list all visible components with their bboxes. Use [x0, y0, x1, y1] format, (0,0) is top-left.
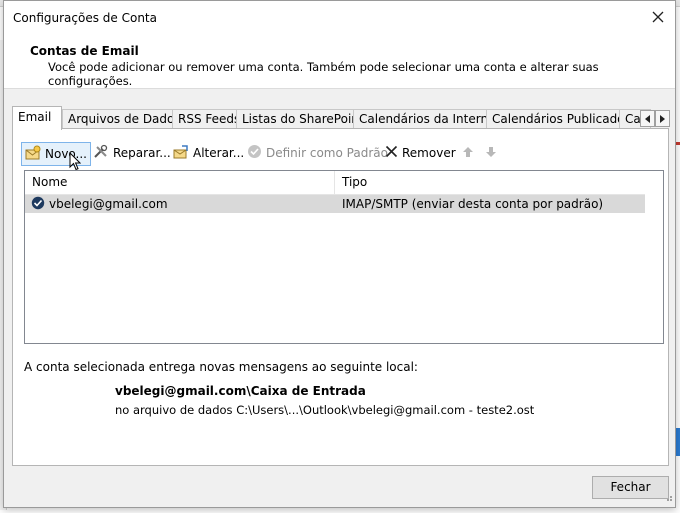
header-title: Contas de Email	[30, 44, 139, 58]
close-icon[interactable]	[649, 8, 667, 26]
tools-icon	[93, 144, 109, 163]
remove-button[interactable]: Remover	[382, 142, 459, 164]
set-default-label: Definir como Padrão	[266, 146, 388, 160]
change-label: Alterar...	[193, 146, 245, 160]
tab-email[interactable]: Email	[12, 106, 62, 130]
arrow-down-icon	[485, 146, 497, 161]
list-scrollbar[interactable]	[645, 171, 663, 343]
change-account-icon	[173, 144, 189, 163]
account-row[interactable]: vbelegi@gmail.com IMAP/SMTP (enviar dest…	[25, 195, 645, 213]
tab-sharepoint-lists[interactable]: Listas do SharePoint	[236, 109, 356, 129]
list-header: Nome Tipo	[25, 171, 645, 195]
tab-data-files[interactable]: Arquivos de Dados	[62, 109, 174, 129]
remove-label: Remover	[402, 146, 456, 160]
set-default-button[interactable]: Definir como Padrão	[244, 142, 391, 164]
new-account-icon	[25, 145, 41, 164]
close-button[interactable]: Fechar	[592, 476, 669, 499]
remove-x-icon	[385, 145, 398, 161]
tab-internet-calendars[interactable]: Calendários da Internet	[353, 109, 489, 129]
resize-grip-icon[interactable]	[663, 491, 673, 505]
repair-label: Reparar...	[113, 146, 171, 160]
tab-rss-feeds[interactable]: RSS Feeds	[172, 109, 239, 129]
default-account-check-icon	[31, 196, 45, 214]
dialog-header: Contas de Email Você pode adicionar ou r…	[4, 35, 675, 89]
account-settings-dialog: Configurações de Conta Contas de Email V…	[3, 0, 676, 508]
header-description: Você pode adicionar ou remover uma conta…	[48, 60, 599, 88]
email-tab-panel: Novo... Reparar... Alterar... Definir co…	[12, 128, 669, 466]
tab-scroll-left-icon[interactable]	[640, 110, 655, 127]
delivery-info-text: A conta selecionada entrega novas mensag…	[24, 360, 418, 374]
move-down-button[interactable]	[482, 142, 500, 164]
account-type: IMAP/SMTP (enviar desta conta por padrão…	[342, 197, 604, 211]
arrow-up-icon	[462, 146, 474, 161]
check-circle-icon	[247, 144, 262, 162]
repair-button[interactable]: Reparar...	[90, 142, 174, 164]
mouse-cursor-icon	[69, 151, 82, 174]
delivery-location: vbelegi@gmail.com\Caixa de Entrada	[115, 384, 366, 398]
tab-scroll-right-icon[interactable]	[655, 110, 670, 127]
dialog-titlebar: Configurações de Conta	[4, 1, 675, 35]
delivery-data-file: no arquivo de dados C:\Users\...\Outlook…	[115, 403, 535, 417]
account-name: vbelegi@gmail.com	[49, 197, 168, 211]
change-button[interactable]: Alterar...	[170, 142, 247, 164]
column-header-name[interactable]: Nome	[25, 171, 335, 194]
tab-published-calendars[interactable]: Calendários Publicados	[486, 109, 622, 129]
tab-strip: Email Arquivos de Dados RSS Feeds Listas…	[12, 106, 670, 130]
dialog-title: Configurações de Conta	[13, 11, 157, 25]
accounts-list: Nome Tipo vbelegi@gmail.com IMAP/SMTP (e…	[24, 170, 664, 344]
move-up-button[interactable]	[459, 142, 477, 164]
column-header-type[interactable]: Tipo	[335, 171, 642, 194]
